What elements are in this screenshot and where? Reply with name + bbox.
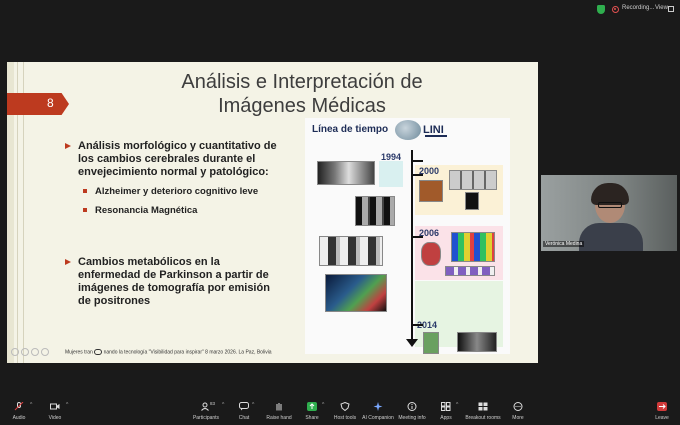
slide-title-line: Análisis e Interpretación de [181, 71, 423, 93]
slide-subbullet: Resonancia Magnética [82, 205, 198, 216]
apps-icon [441, 402, 451, 411]
mri-slices-image [319, 236, 383, 266]
slide-control-grid[interactable] [31, 348, 39, 356]
audio-label: Audio [12, 415, 26, 421]
shield-icon [340, 402, 350, 411]
bullet-line: Cambios metabólicos en la [78, 256, 220, 268]
participant-video-tile[interactable]: Verónica Medina [541, 175, 677, 251]
chat-icon [239, 402, 249, 411]
raise-hand-label: Raise hand [266, 415, 292, 421]
slide-footer: Mujeres tran nando la tecnología "Visibi… [65, 349, 272, 355]
share-button[interactable]: Share [302, 402, 322, 421]
top-bar: Recording... View [0, 0, 680, 20]
color-map-image [451, 232, 495, 262]
logo-underline [425, 135, 447, 137]
host-tools-label: Host tools [333, 415, 357, 421]
participant-name: Verónica Medina [543, 241, 585, 247]
ultrasound-image [457, 332, 497, 352]
participants-count: 83 [210, 401, 216, 406]
view-button[interactable]: View [655, 5, 668, 11]
brain-logo-icon [395, 120, 421, 140]
breakout-rooms-button[interactable]: Breakout rooms [464, 402, 502, 421]
audio-button[interactable]: Audio [8, 402, 30, 421]
video-label: Video [48, 415, 62, 421]
share-label: Share [305, 415, 319, 421]
chat-button[interactable]: Chat [234, 402, 254, 421]
brain-scan-image [317, 161, 375, 185]
apps-button[interactable]: Apps [436, 402, 456, 421]
plant-illustration [423, 332, 439, 354]
slide-title: Análisis e Interpretación de Imágenes Mé… [117, 70, 487, 118]
video-options-caret-icon[interactable]: ^ [66, 402, 68, 408]
timeline-figure: Línea de tiempo LINI 1994 2000 2006 2014 [305, 118, 510, 354]
slide-bullet: Análisis morfológico y cuantitativo de l… [78, 140, 277, 179]
host-tools-button[interactable]: Host tools [330, 402, 360, 421]
view-grid-icon[interactable] [668, 6, 674, 12]
slide-control-next[interactable] [41, 348, 49, 356]
lung-illustration [379, 161, 403, 187]
slide-subbullet: Alzheimer y deterioro cognitivo leve [82, 186, 259, 197]
leave-label: Leave [655, 415, 669, 421]
apps-options-caret-icon[interactable]: ^ [456, 402, 458, 408]
more-icon [513, 402, 523, 411]
microphone-muted-icon [14, 402, 24, 411]
bullet-line: envejecimiento normal y patológico: [78, 166, 269, 178]
raise-hand-icon [276, 403, 282, 411]
footer-text: nando la tecnología "Visibilidad para in… [103, 349, 272, 356]
brain-render-strip [445, 266, 495, 276]
raise-hand-button[interactable]: Raise hand [264, 402, 294, 421]
slide-control-pen[interactable] [21, 348, 29, 356]
recording-label[interactable]: Recording... [622, 5, 654, 11]
security-shield-icon[interactable] [597, 5, 605, 14]
overlay-icon [94, 349, 103, 355]
slide-control-prev[interactable] [11, 348, 19, 356]
chat-label: Chat [238, 415, 250, 421]
footer-text: Mujeres tran [65, 349, 93, 356]
figure-title: Línea de tiempo [312, 124, 389, 135]
leave-button[interactable]: Leave [652, 402, 672, 421]
more-label: More [512, 415, 524, 421]
chat-options-caret-icon[interactable]: ^ [252, 402, 254, 408]
ai-companion-button[interactable]: AI Companion [362, 402, 394, 421]
sparkle-icon [373, 402, 383, 411]
participant-body [579, 223, 643, 251]
bullet-line: enfermedad de Parkinson a partir de [78, 269, 269, 281]
slide-number: 8 [47, 96, 54, 110]
timeline-axis [411, 150, 413, 343]
mri-grid-image [355, 196, 395, 226]
shared-slide: Análisis e Interpretación de Imágenes Mé… [7, 62, 538, 363]
bullet-line: Análisis morfológico y cuantitativo de [78, 140, 277, 152]
slide-title-line: Imágenes Médicas [218, 95, 386, 117]
participants-button[interactable]: Participants [192, 402, 220, 421]
bullet-line: de positrones [78, 295, 151, 307]
audio-options-caret-icon[interactable]: ^ [30, 402, 32, 408]
ai-companion-label: AI Companion [362, 415, 394, 421]
apps-label: Apps [440, 415, 452, 421]
breakout-rooms-icon [478, 402, 488, 411]
meeting-info-button[interactable]: Meeting info [396, 402, 428, 421]
participants-options-caret-icon[interactable]: ^ [222, 402, 224, 408]
slide-bullet: Cambios metabólicos en la enfermedad de … [78, 256, 270, 308]
organ-image [419, 180, 443, 202]
scan-thumbnail [465, 192, 479, 210]
meeting-toolbar: Audio ^ Video ^ Participants 83 ^ Chat ^… [0, 398, 680, 425]
video-camera-icon [50, 403, 60, 410]
video-button[interactable]: Video [44, 402, 66, 421]
meeting-info-label: Meeting info [398, 415, 426, 421]
breakout-rooms-label: Breakout rooms [465, 415, 501, 421]
bullet-line: los cambios cerebrales durante el [78, 153, 256, 165]
participant-glasses [598, 202, 622, 208]
info-icon [407, 402, 417, 411]
bullet-line: imágenes de tomografía por emisión [78, 282, 270, 294]
pet-scan-image [325, 274, 387, 312]
more-button[interactable]: More [508, 402, 528, 421]
heart-illustration [421, 242, 441, 266]
share-screen-icon [307, 402, 317, 411]
share-options-caret-icon[interactable]: ^ [322, 402, 324, 408]
recording-icon [612, 6, 619, 13]
participants-label: Participants [192, 415, 220, 421]
leave-icon [657, 402, 667, 411]
slide-number-tag [7, 93, 69, 115]
ct-grid-image [449, 170, 497, 190]
